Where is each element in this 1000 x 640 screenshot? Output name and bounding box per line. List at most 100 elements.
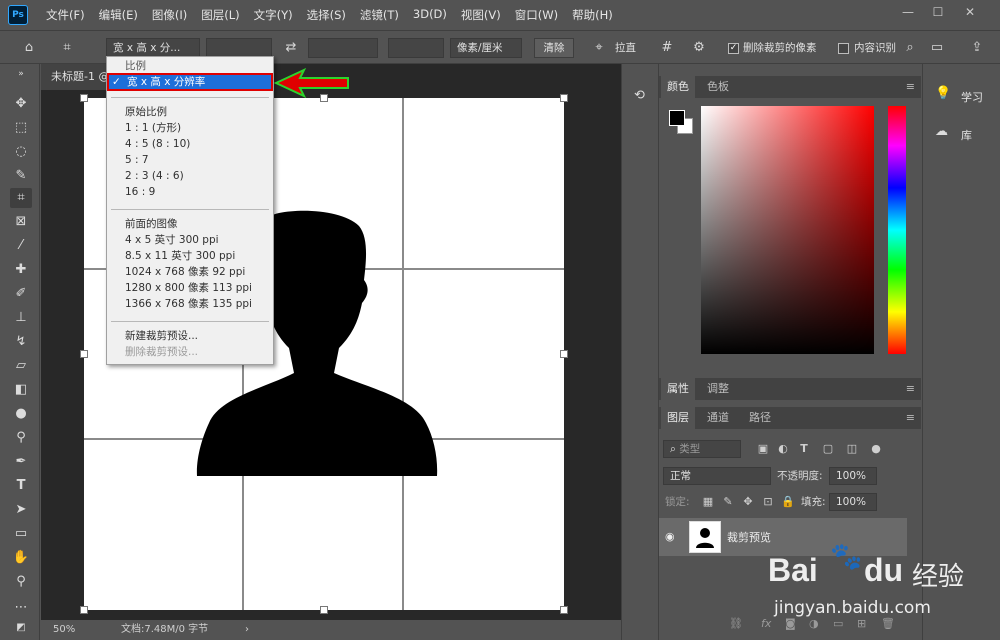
straighten-label[interactable]: 拉直 [615,40,636,56]
dropdown-item-preset[interactable]: 1280 x 800 像素 113 ppi [107,281,273,296]
foreground-color-swatch[interactable] [669,110,685,126]
swap-icon[interactable]: ⇄ [282,40,300,56]
toolbar-collapse-icon[interactable]: » [10,64,32,84]
menu-filter[interactable]: 滤镜(T) [360,7,399,23]
menu-image[interactable]: 图像(I) [152,7,187,23]
dropdown-item-ratio[interactable]: 4 : 5 (8 : 10) [107,137,273,152]
menu-select[interactable]: 选择(S) [307,7,346,23]
shape-filter-icon[interactable]: ▢ [821,442,835,456]
color-picker-field[interactable] [701,106,874,354]
lock-all-icon[interactable]: 🔒 [781,495,795,509]
dropdown-item-preset[interactable]: 4 x 5 英寸 300 ppi [107,233,273,248]
height-input[interactable] [308,38,378,58]
menu-window[interactable]: 窗口(W) [515,7,558,23]
frame-tool-icon[interactable]: ⊠ [10,212,32,232]
home-icon[interactable]: ⌂ [20,40,38,56]
straighten-icon[interactable]: ⌖ [590,40,608,56]
lasso-tool-icon[interactable]: ◌ [10,142,32,162]
lock-position-icon[interactable]: ✥ [741,495,755,509]
link-icon[interactable]: ⛓ [729,617,743,630]
quick-select-tool-icon[interactable]: ✎ [10,166,32,186]
marquee-tool-icon[interactable]: ⬚ [10,118,32,138]
lock-image-icon[interactable]: ✎ [721,495,735,509]
menu-help[interactable]: 帮助(H) [572,7,613,23]
close-button[interactable]: ✕ [962,4,978,20]
unit-select[interactable]: 像素/厘米 [450,38,522,58]
fill-input[interactable]: 100% [829,493,877,511]
filter-toggle-icon[interactable]: ● [869,442,883,456]
crop-handle[interactable] [80,350,88,358]
menu-type[interactable]: 文字(Y) [254,7,293,23]
eyedropper-tool-icon[interactable]: ⁄ [10,236,32,256]
menu-edit[interactable]: 编辑(E) [99,7,138,23]
dropdown-item-new-preset[interactable]: 新建裁剪预设... [107,329,273,344]
lock-artboard-icon[interactable]: ⊡ [761,495,775,509]
path-select-tool-icon[interactable]: ➤ [10,500,32,520]
menu-view[interactable]: 视图(V) [461,7,501,23]
tab-paths[interactable]: 路径 [743,407,777,429]
tab-layers[interactable]: 图层 [661,407,695,429]
zoom-level[interactable]: 50% [53,620,75,640]
layer-filter-select[interactable]: ⌕ 类型 [663,440,741,458]
dropdown-item-ratio[interactable]: 5 : 7 [107,153,273,168]
tab-channels[interactable]: 通道 [701,407,735,429]
dropdown-item-whr[interactable]: ✓ 宽 x 高 x 分辨率 [107,73,273,91]
resolution-input[interactable] [388,38,444,58]
crop-handle[interactable] [80,606,88,614]
zoom-tool-icon[interactable]: ⚲ [10,572,32,592]
foreground-background-icon[interactable]: ◩ [10,618,32,638]
hand-tool-icon[interactable]: ✋ [10,548,32,568]
menu-file[interactable]: 文件(F) [46,7,85,23]
move-tool-icon[interactable]: ✥ [10,94,32,114]
dropdown-item-preset[interactable]: 8.5 x 11 英寸 300 ppi [107,249,273,264]
brush-tool-icon[interactable]: ✐ [10,284,32,304]
content-aware-checkbox[interactable] [838,43,849,54]
delete-cropped-checkbox[interactable]: ✓ [728,43,739,54]
tab-color[interactable]: 颜色 [661,76,695,98]
width-input[interactable] [206,38,272,58]
tab-adjustments[interactable]: 调整 [701,378,735,400]
healing-brush-tool-icon[interactable]: ✚ [10,260,32,280]
menu-3d[interactable]: 3D(D) [413,7,447,23]
learn-button[interactable]: 💡 学习 [927,84,997,108]
crop-handle[interactable] [560,350,568,358]
library-button[interactable]: ☁ 库 [927,122,997,146]
workspace-icon[interactable]: ▭ [928,40,946,56]
stamp-tool-icon[interactable]: ⊥ [10,308,32,328]
pixel-filter-icon[interactable]: ▣ [756,442,770,456]
tab-swatches[interactable]: 色板 [701,76,735,98]
panel-menu-icon[interactable]: ≡ [906,80,915,93]
gradient-tool-icon[interactable]: ◧ [10,380,32,400]
hue-slider[interactable] [888,106,906,354]
type-tool-icon[interactable]: T [10,476,32,496]
crop-handle[interactable] [560,94,568,102]
minimize-button[interactable]: — [900,4,916,20]
dropdown-item-ratio[interactable]: 2 : 3 (4 : 6) [107,169,273,184]
dropdown-item-preset[interactable]: 1366 x 768 像素 135 ppi [107,297,273,312]
pen-tool-icon[interactable]: ✒ [10,452,32,472]
search-icon[interactable]: ⌕ [901,40,919,56]
gear-icon[interactable]: ⚙ [690,40,708,56]
clear-button[interactable]: 清除 [534,38,574,58]
share-icon[interactable]: ⇪ [968,40,986,56]
crop-handle[interactable] [80,94,88,102]
history-brush-tool-icon[interactable]: ↯ [10,332,32,352]
ratio-select[interactable]: 宽 x 高 x 分... [106,38,200,58]
more-tools-icon[interactable]: ⋯ [10,598,32,618]
overlay-grid-icon[interactable]: # [658,40,676,56]
eraser-tool-icon[interactable]: ▱ [10,356,32,376]
dropdown-item-ratio[interactable]: 16 : 9 [107,185,273,200]
smart-object-filter-icon[interactable]: ◫ [845,442,859,456]
blend-mode-select[interactable]: 正常 [663,467,771,485]
chevron-right-icon[interactable]: › [245,620,249,640]
maximize-button[interactable]: ☐ [930,4,946,20]
opacity-input[interactable]: 100% [829,467,877,485]
eye-icon[interactable]: ◉ [665,530,675,543]
rectangle-tool-icon[interactable]: ▭ [10,524,32,544]
dropdown-item-preset[interactable]: 1024 x 768 像素 92 ppi [107,265,273,280]
crop-handle[interactable] [320,606,328,614]
history-icon[interactable]: ⟲ [634,88,645,103]
type-filter-icon[interactable]: T [797,442,811,456]
adjustment-filter-icon[interactable]: ◐ [776,442,790,456]
blur-tool-icon[interactable]: ● [10,404,32,424]
